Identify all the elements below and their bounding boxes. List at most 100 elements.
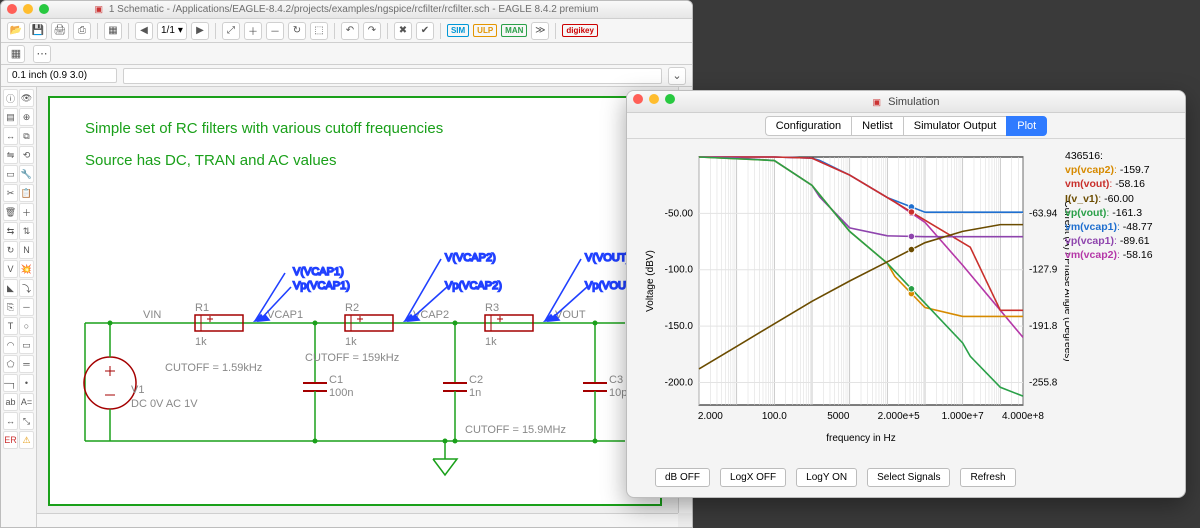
tab-configuration[interactable]: Configuration — [765, 116, 851, 136]
svg-text:V(VCAP2): V(VCAP2) — [445, 252, 496, 264]
schematic-canvas[interactable]: Simple set of RC filters with various cu… — [37, 87, 692, 527]
open-icon[interactable]: 📂 — [7, 22, 25, 40]
poly-tool-icon[interactable]: ⬠ — [3, 355, 18, 373]
command-go-icon[interactable]: ⌄ — [668, 67, 686, 85]
sim-plot[interactable]: -50.00-100.0-150.0-200.0-63.94-127.9-191… — [639, 147, 1069, 447]
fwd-icon[interactable]: ≫ — [531, 22, 549, 40]
mirror-tool-icon[interactable]: ⇋ — [3, 146, 18, 164]
legend-row[interactable]: vp(vout): -161.3 — [1065, 206, 1175, 220]
legend-row[interactable]: vm(vcap1): -48.77 — [1065, 220, 1175, 234]
junction-tool-icon[interactable]: • — [19, 374, 34, 392]
tab-simulator-output[interactable]: Simulator Output — [903, 116, 1007, 136]
window-zoom-button[interactable] — [39, 4, 49, 14]
sim-close-button[interactable] — [633, 94, 643, 104]
sheet-next-icon[interactable]: ▶ — [191, 22, 209, 40]
delete-tool-icon[interactable]: 🗑 — [3, 203, 18, 221]
window-close-button[interactable] — [7, 4, 17, 14]
mark-tool-icon[interactable]: ⊕ — [19, 108, 34, 126]
ulp-badge[interactable]: ULP — [473, 24, 497, 37]
undo-icon[interactable]: ↶ — [341, 22, 359, 40]
label-tool-icon[interactable]: ab — [3, 393, 18, 411]
smash-tool-icon[interactable]: 💥 — [19, 260, 34, 278]
attribute-tool-icon[interactable]: A= — [19, 393, 34, 411]
group-tool-icon[interactable]: ▭ — [3, 165, 18, 183]
add-tool-icon[interactable]: ＋ — [19, 203, 34, 221]
pinswap-tool-icon[interactable]: ⇆ — [3, 222, 18, 240]
invoke-tool-icon[interactable]: ⎘ — [3, 298, 18, 316]
miter-tool-icon[interactable]: ◣ — [3, 279, 18, 297]
command-input[interactable] — [123, 68, 662, 84]
arc-tool-icon[interactable]: ◠ — [3, 336, 18, 354]
zoom-fit-icon[interactable]: ⤢ — [222, 22, 240, 40]
grid-toggle-icon[interactable]: ▦ — [7, 45, 25, 63]
go-icon[interactable]: ✔ — [416, 22, 434, 40]
legend-row[interactable]: vm(vout): -58.16 — [1065, 177, 1175, 191]
digikey-badge[interactable]: digikey — [562, 24, 598, 37]
cam-icon[interactable]: ⎙ — [73, 22, 91, 40]
eagle-titlebar[interactable]: ▣ 1 Schematic - /Applications/EAGLE-8.4.… — [1, 1, 692, 19]
circle-tool-icon[interactable]: ○ — [19, 317, 34, 335]
sim-badge[interactable]: SIM — [447, 24, 469, 37]
sim-window-title: ▣ Simulation — [873, 96, 940, 108]
svg-text:R3: R3 — [485, 302, 499, 314]
sim-button-select-signals[interactable]: Select Signals — [867, 468, 950, 487]
eagle-schematic-window: ▣ 1 Schematic - /Applications/EAGLE-8.4.… — [0, 0, 693, 528]
info-tool-icon[interactable]: ⓘ — [3, 89, 18, 107]
paste-tool-icon[interactable]: 📋 — [19, 184, 34, 202]
print-icon[interactable]: 🖨 — [51, 22, 69, 40]
svg-text:V(VOUT): V(VOUT) — [585, 252, 630, 264]
svg-text:-191.8: -191.8 — [1029, 321, 1058, 332]
legend-row[interactable]: vp(vcap1): -89.61 — [1065, 234, 1175, 248]
grid-options-bar: ▦ ⋯ — [1, 43, 692, 65]
legend-row[interactable]: vp(vcap2): -159.7 — [1065, 163, 1175, 177]
errors-tool-icon[interactable]: ⚠ — [19, 431, 34, 449]
move-tool-icon[interactable]: ↔ — [3, 127, 18, 145]
board-icon[interactable]: ▦ — [104, 22, 122, 40]
dim2-tool-icon[interactable]: ⤡ — [19, 412, 34, 430]
legend-row[interactable]: I(v_v1): -60.00 — [1065, 192, 1175, 206]
text-tool-icon[interactable]: T — [3, 317, 18, 335]
sim-button-logy-on[interactable]: LogY ON — [796, 468, 857, 487]
net-tool-icon[interactable]: ─┐ — [3, 374, 18, 392]
legend-row[interactable]: vm(vcap2): -58.16 — [1065, 248, 1175, 262]
man-badge[interactable]: MAN — [501, 24, 527, 37]
rotate-tool-icon[interactable]: ⟲ — [19, 146, 34, 164]
erc-tool-icon[interactable]: ER — [3, 431, 18, 449]
split-tool-icon[interactable]: ⤵ — [19, 279, 34, 297]
sheet-selector[interactable]: 1/1▾ — [157, 22, 187, 40]
zoom-redraw-icon[interactable]: ↻ — [288, 22, 306, 40]
sim-cursor-value: 436516: — [1065, 149, 1175, 163]
sim-button-logx-off[interactable]: LogX OFF — [720, 468, 786, 487]
grid-settings-icon[interactable]: ⋯ — [33, 45, 51, 63]
sim-button-db-off[interactable]: dB OFF — [655, 468, 710, 487]
zoom-in-icon[interactable]: ＋ — [244, 22, 262, 40]
sim-button-refresh[interactable]: Refresh — [960, 468, 1015, 487]
name-tool-icon[interactable]: N — [19, 241, 34, 259]
svg-text:V(VCAP1): V(VCAP1) — [293, 266, 344, 278]
copy-tool-icon[interactable]: ⧉ — [19, 127, 34, 145]
window-minimize-button[interactable] — [23, 4, 33, 14]
save-icon[interactable]: 💾 — [29, 22, 47, 40]
rect-tool-icon[interactable]: ▭ — [19, 336, 34, 354]
wire-tool-icon[interactable]: ─ — [19, 298, 34, 316]
sim-minimize-button[interactable] — [649, 94, 659, 104]
tab-netlist[interactable]: Netlist — [851, 116, 903, 136]
zoom-select-icon[interactable]: ⬚ — [310, 22, 328, 40]
gateswap-tool-icon[interactable]: ⇅ — [19, 222, 34, 240]
value-tool-icon[interactable]: V — [3, 260, 18, 278]
redo-icon[interactable]: ↷ — [363, 22, 381, 40]
tab-plot[interactable]: Plot — [1006, 116, 1047, 136]
show-tool-icon[interactable]: 👁 — [19, 89, 34, 107]
sim-titlebar[interactable]: ▣ Simulation — [627, 91, 1185, 113]
sheet-prev-icon[interactable]: ◀ — [135, 22, 153, 40]
layer-tool-icon[interactable]: ▤ — [3, 108, 18, 126]
stop-icon[interactable]: ✖ — [394, 22, 412, 40]
change-tool-icon[interactable]: 🔧 — [19, 165, 34, 183]
bus-tool-icon[interactable]: ═ — [19, 355, 34, 373]
sim-zoom-button[interactable] — [665, 94, 675, 104]
replace-tool-icon[interactable]: ↻ — [3, 241, 18, 259]
dimension-tool-icon[interactable]: ↔︎ — [3, 412, 18, 430]
horizontal-scrollbar[interactable] — [37, 513, 678, 527]
zoom-out-icon[interactable]: － — [266, 22, 284, 40]
cutpaste-tool-icon[interactable]: ✂ — [3, 184, 18, 202]
